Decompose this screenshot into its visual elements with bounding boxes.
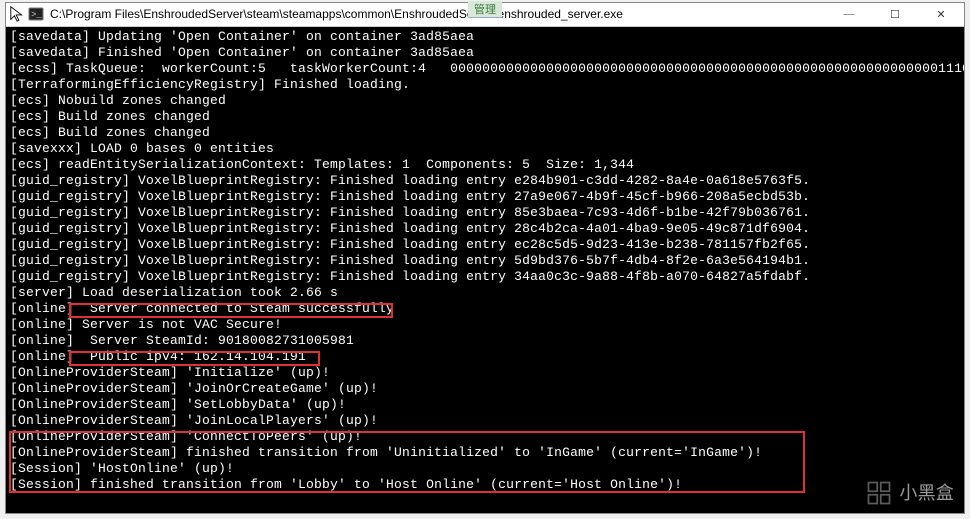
terminal-line: [Session] finished transition from 'Lobb… (10, 477, 960, 493)
terminal-line: [TerraformingEfficiencyRegistry] Finishe… (10, 77, 960, 93)
terminal-line: [ecs] Nobuild zones changed (10, 93, 960, 109)
terminal-line: [savexxx] LOAD 0 bases 0 entities (10, 141, 960, 157)
terminal-line: [guid_registry] VoxelBlueprintRegistry: … (10, 189, 960, 205)
app-window: >_ 管理 C:\Program Files\EnshroudedServer\… (5, 2, 965, 514)
terminal-line: [guid_registry] VoxelBlueprintRegistry: … (10, 205, 960, 221)
terminal-line: [guid_registry] VoxelBlueprintRegistry: … (10, 269, 960, 285)
terminal-line: [OnlineProviderSteam] 'SetLobbyData' (up… (10, 397, 960, 413)
terminal-line: [OnlineProviderSteam] 'JoinLocalPlayers'… (10, 413, 960, 429)
terminal-line: [savedata] Updating 'Open Container' on … (10, 29, 960, 45)
terminal-line: [online] Server SteamId: 901800827310059… (10, 333, 960, 349)
terminal-line: [ecss] TaskQueue: workerCount:5 taskWork… (10, 61, 960, 77)
terminal-line: [guid_registry] VoxelBlueprintRegistry: … (10, 221, 960, 237)
terminal-line: [OnlineProviderSteam] 'Initialize' (up)! (10, 365, 960, 381)
terminal-line: [Session] 'HostOnline' (up)! (10, 461, 960, 477)
terminal-output[interactable]: [savedata] Updating 'Open Container' on … (6, 27, 964, 513)
window-controls: — ☐ ✕ (826, 3, 964, 26)
terminal-line: [online] Server connected to Steam succe… (10, 301, 960, 317)
svg-text:>_: >_ (31, 10, 42, 20)
terminal-line: [OnlineProviderSteam] finished transitio… (10, 445, 960, 461)
window-title: C:\Program Files\EnshroudedServer\steam\… (50, 7, 826, 21)
cursor-icon (9, 5, 27, 23)
terminal-line: [server] Load deserialization took 2.66 … (10, 285, 960, 301)
terminal-line: [ecs] Build zones changed (10, 125, 960, 141)
tab-label: 管理 (468, 1, 502, 18)
terminal-line: [guid_registry] VoxelBlueprintRegistry: … (10, 237, 960, 253)
titlebar[interactable]: >_ 管理 C:\Program Files\EnshroudedServer\… (6, 3, 964, 27)
console-icon: >_ (28, 6, 44, 22)
terminal-line: [ecs] Build zones changed (10, 109, 960, 125)
terminal-line: [guid_registry] VoxelBlueprintRegistry: … (10, 253, 960, 269)
terminal-line: [online] Server is not VAC Secure! (10, 317, 960, 333)
close-button[interactable]: ✕ (918, 3, 964, 26)
terminal-line: [guid_registry] VoxelBlueprintRegistry: … (10, 173, 960, 189)
minimize-button[interactable]: — (826, 3, 872, 26)
terminal-line: [online] Public ipv4: 162.14.104.191 (10, 349, 960, 365)
maximize-button[interactable]: ☐ (872, 3, 918, 26)
terminal-line: [ecs] readEntitySerializationContext: Te… (10, 157, 960, 173)
terminal-line: [OnlineProviderSteam] 'JoinOrCreateGame'… (10, 381, 960, 397)
terminal-line: [savedata] Finished 'Open Container' on … (10, 45, 960, 61)
terminal-line: [OnlineProviderSteam] 'ConnectToPeers' (… (10, 429, 960, 445)
